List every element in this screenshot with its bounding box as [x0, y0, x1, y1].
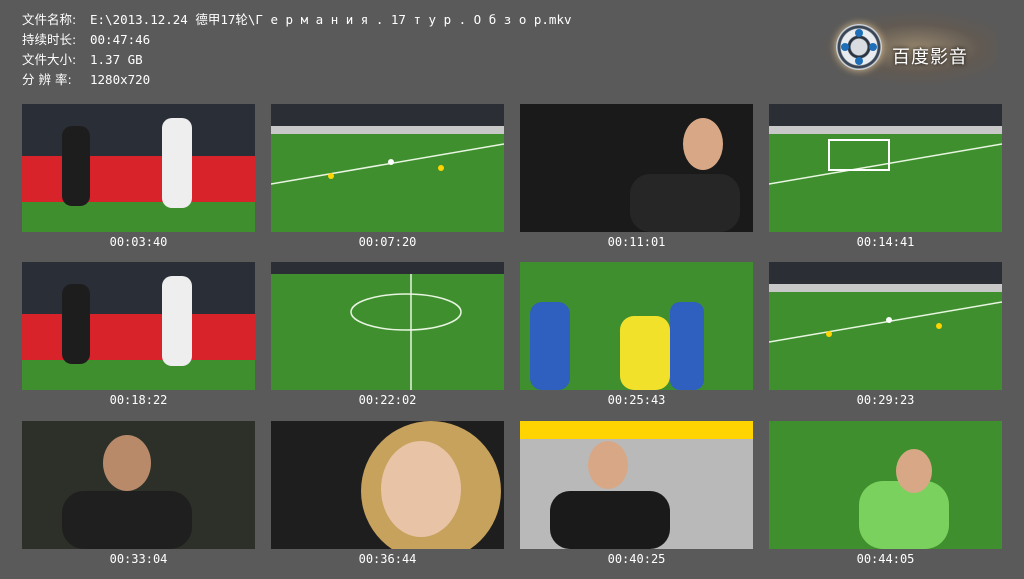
filename-label: 文件名称: [22, 12, 77, 27]
duration-label: 持续时长: [22, 32, 77, 47]
thumbnail-timestamp: 00:33:04 [109, 552, 168, 566]
resolution-label: 分 辨 率: [22, 72, 72, 87]
video-thumbnail[interactable] [520, 262, 753, 390]
size-label: 文件大小: [22, 52, 77, 67]
video-thumbnail[interactable] [271, 262, 504, 390]
video-thumbnail[interactable] [22, 104, 255, 232]
video-thumbnail[interactable] [271, 104, 504, 232]
size-row: 文件大小: 1.37 GB [22, 50, 572, 70]
thumbnail-timestamp: 00:14:41 [856, 235, 915, 249]
resolution-row: 分 辨 率: 1280x720 [22, 70, 572, 90]
video-thumbnail[interactable] [22, 421, 255, 549]
duration-value: 00:47:46 [90, 32, 151, 47]
thumbnail-timestamp: 00:36:44 [358, 552, 417, 566]
thumbnail-timestamp: 00:44:05 [856, 552, 915, 566]
duration-row: 持续时长: 00:47:46 [22, 30, 572, 50]
video-thumbnail[interactable] [520, 421, 753, 549]
baidu-player-logo: 百度影音 [818, 10, 998, 86]
filename-row: 文件名称: E:\2013.12.24 德甲17轮\Г е р м а н и … [22, 10, 572, 30]
video-thumbnail[interactable] [769, 421, 1002, 549]
video-thumbnail[interactable] [271, 421, 504, 549]
video-thumbnail[interactable] [22, 262, 255, 390]
video-thumbnail[interactable] [520, 104, 753, 232]
thumbnail-timestamp: 00:03:40 [109, 235, 168, 249]
file-info-panel: 文件名称: E:\2013.12.24 德甲17轮\Г е р м а н и … [22, 10, 572, 90]
logo-text: 百度影音 [892, 47, 968, 68]
thumbnail-timestamp: 00:07:20 [358, 235, 417, 249]
thumbnail-timestamp: 00:22:02 [358, 393, 417, 407]
film-reel-icon [836, 24, 882, 70]
video-thumbnail[interactable] [769, 262, 1002, 390]
filename-value: E:\2013.12.24 德甲17轮\Г е р м а н и я . 17… [90, 12, 572, 27]
video-thumbnail[interactable] [769, 104, 1002, 232]
thumbnail-timestamp: 00:18:22 [109, 393, 168, 407]
resolution-value: 1280x720 [90, 72, 151, 87]
thumbnail-timestamp: 00:11:01 [607, 235, 666, 249]
thumbnail-timestamp: 00:29:23 [856, 393, 915, 407]
size-value: 1.37 GB [90, 52, 143, 67]
thumbnail-timestamp: 00:40:25 [607, 552, 666, 566]
thumbnail-timestamp: 00:25:43 [607, 393, 666, 407]
